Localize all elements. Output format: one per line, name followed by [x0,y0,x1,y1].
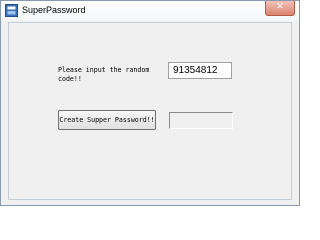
app-logo-icon [5,4,18,17]
main-window: SuperPassword ✕ Please input the random … [0,0,300,206]
title-bar[interactable]: SuperPassword ✕ [1,1,299,21]
close-icon: ✕ [276,2,284,12]
password-output-field [169,112,233,129]
random-code-input[interactable]: 91354812 [168,62,232,79]
window-title: SuperPassword [22,5,86,15]
random-code-label: Please input the random code!! [58,66,150,83]
close-button[interactable]: ✕ [265,1,295,16]
create-password-button[interactable]: Create Supper Password!! [58,110,156,130]
